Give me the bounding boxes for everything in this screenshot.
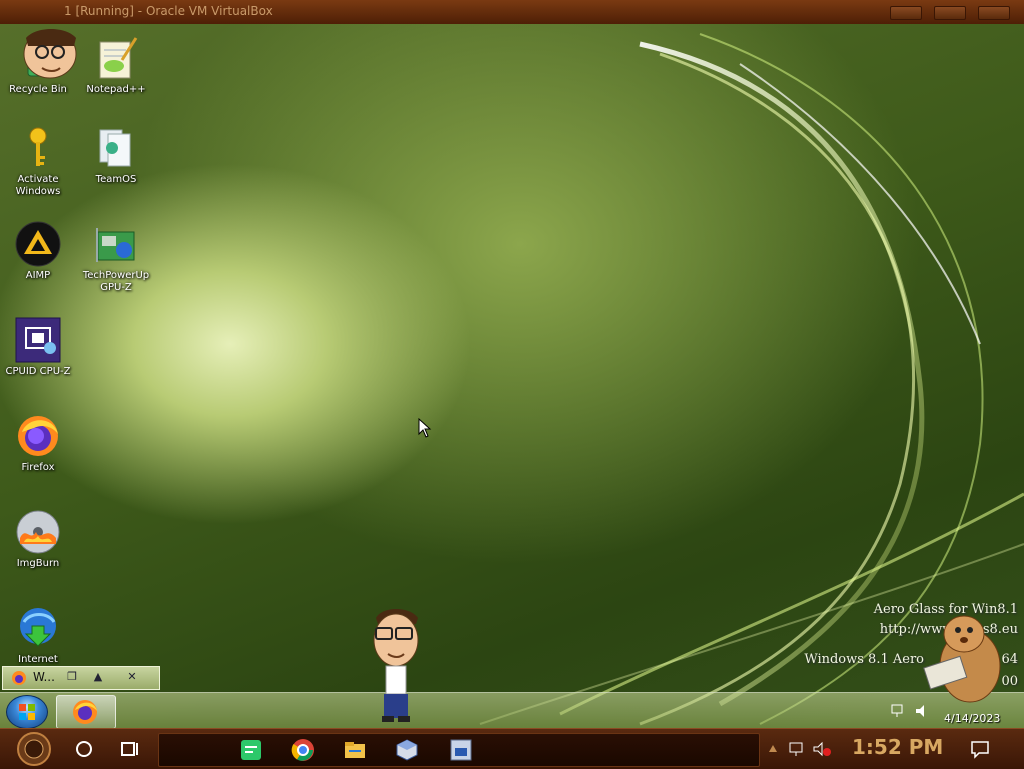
tray-date: 4/14/2023 — [944, 712, 1001, 725]
taskbar-pinned-area — [158, 733, 760, 767]
chevron-up-icon[interactable] — [768, 743, 778, 755]
close-button[interactable] — [978, 6, 1010, 20]
cartoon-character-icon — [373, 609, 419, 722]
start-button-icon[interactable] — [10, 731, 58, 767]
key-icon — [29, 127, 47, 166]
desktop-icon-aimp[interactable]: AIMP — [0, 220, 76, 282]
gpu-z-icon — [96, 228, 135, 262]
sticky-notes-icon[interactable] — [239, 738, 263, 762]
start-orb-button[interactable] — [6, 695, 48, 729]
maximize-button[interactable] — [934, 6, 966, 20]
network-icon[interactable] — [890, 703, 906, 719]
taskbar-thumbnail-preview[interactable]: W... ❐ ▲ ✕ — [2, 666, 160, 690]
icon-label: CPUID CPU-Z — [5, 366, 71, 377]
desktop[interactable]: ♻ Recycle Bin Activate Windows AIMP — [0, 24, 1024, 728]
maximize-button[interactable]: ▲ — [87, 669, 109, 685]
cartoon-character-head-icon — [23, 29, 77, 79]
firefox-icon — [18, 416, 58, 456]
desktop-icon-cpu-z[interactable]: CPUID CPU-Z — [0, 316, 76, 378]
notepad-plus-plus-icon — [99, 37, 138, 79]
notification-icon[interactable] — [970, 739, 990, 759]
task-view-icon[interactable] — [118, 737, 142, 761]
icon-label: TeamOS — [95, 174, 137, 185]
icon-label: ImgBurn — [16, 558, 60, 569]
minimize-button[interactable] — [890, 6, 922, 20]
taskbar-firefox-button[interactable] — [56, 695, 116, 729]
internet-download-manager-icon — [20, 608, 56, 647]
watermark-line3: Windows 8.1 Aero — [804, 652, 924, 667]
restore-button[interactable]: ❐ — [61, 669, 83, 685]
desktop-icon-teamos[interactable]: TeamOS — [78, 124, 154, 186]
icon-label: Recycle Bin — [9, 84, 67, 95]
thumbnail-title: W... — [33, 670, 55, 684]
firefox-icon — [12, 671, 26, 685]
file-explorer-icon[interactable] — [343, 738, 367, 762]
desktop-icon-firefox[interactable]: Firefox — [0, 412, 76, 474]
hamster-reading-icon — [923, 615, 1001, 703]
imgburn-icon — [16, 510, 60, 554]
chrome-icon[interactable] — [291, 738, 315, 762]
volume-muted-icon[interactable] — [812, 741, 832, 757]
close-button[interactable]: ✕ — [121, 669, 143, 685]
virtualbox-title-bar[interactable]: 1 [Running] - Oracle VM VirtualBox — [0, 0, 1024, 25]
icon-label: TechPowerUp GPU-Z — [82, 270, 150, 293]
aimp-icon — [15, 221, 61, 267]
network-icon[interactable] — [788, 741, 806, 757]
secondary-taskbar — [0, 692, 1024, 729]
teamos-icon — [99, 129, 131, 167]
cortana-circle-icon[interactable] — [72, 737, 96, 761]
cpu-z-icon — [15, 317, 61, 363]
icon-label: Notepad++ — [86, 84, 146, 95]
firefox-icon — [73, 700, 97, 724]
desktop-icon-gpu-z[interactable]: TechPowerUp GPU-Z — [78, 220, 154, 294]
icon-label: Firefox — [21, 462, 55, 473]
windows-81-icon[interactable] — [449, 738, 473, 762]
window-title: 1 [Running] - Oracle VM VirtualBox — [64, 4, 273, 18]
desktop-icon-activate-windows[interactable]: Activate Windows — [0, 124, 76, 198]
main-taskbar: 1:52 PM — [0, 728, 1024, 769]
icon-label: AIMP — [25, 270, 51, 281]
windows-logo-icon — [19, 704, 35, 720]
virtualbox-icon[interactable] — [395, 738, 419, 762]
icon-label: Activate Windows — [15, 174, 61, 197]
mouse-cursor-icon — [418, 418, 432, 438]
desktop-icon-imgburn[interactable]: ImgBurn — [0, 508, 76, 570]
taskbar-clock[interactable]: 1:52 PM — [852, 735, 943, 759]
